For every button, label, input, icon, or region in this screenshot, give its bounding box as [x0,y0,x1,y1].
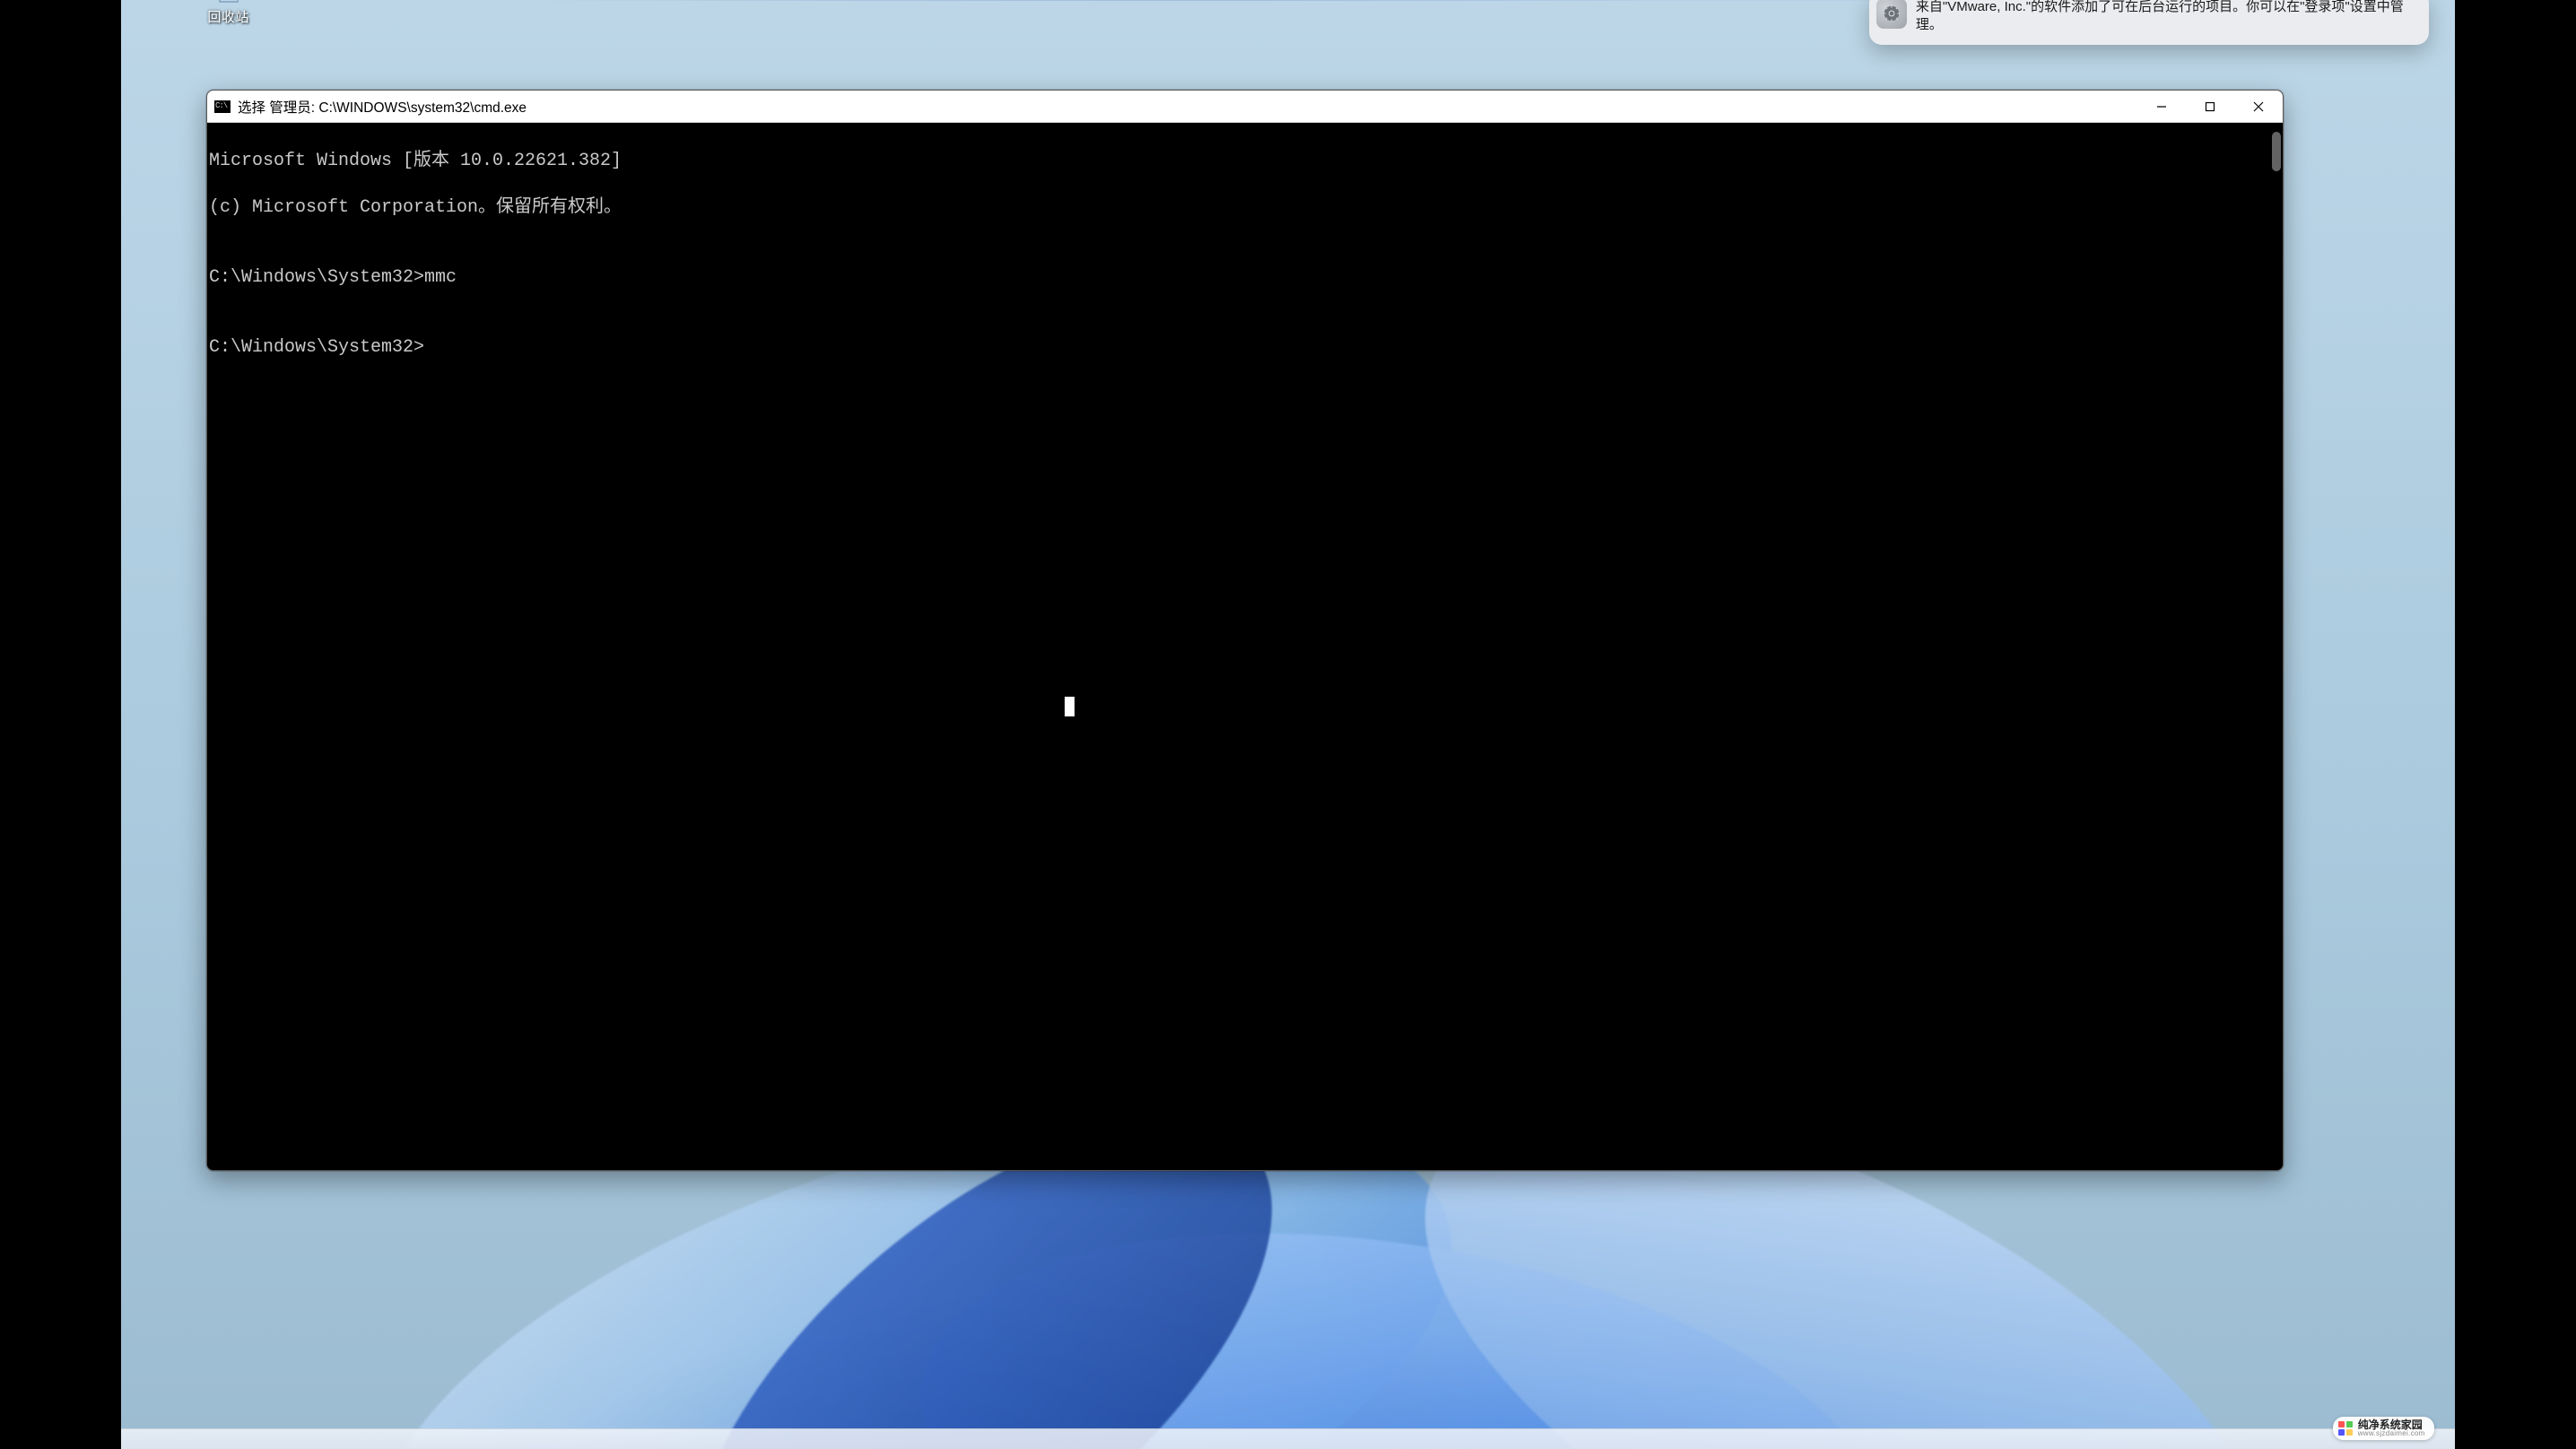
host-notification[interactable]: 来自"VMware, Inc."的软件添加了可在后台运行的项目。你可以在"登录项… [1869,0,2429,45]
maximize-button[interactable] [2186,91,2234,122]
watermark-badge: 纯净系统家园 www.sjzdaimei.com [2333,1417,2434,1440]
taskbar[interactable] [121,1428,2455,1449]
watermark-logo-icon [2338,1421,2353,1436]
close-button[interactable] [2234,91,2283,122]
cmd-window[interactable]: 选择 管理员: C:\WINDOWS\system32\cmd.exe Micr… [206,90,2284,1171]
terminal-line: Microsoft Windows [版本 10.0.22621.382] [209,150,2281,173]
vm-desktop-viewport: 回收站 选择 管理员: C:\WINDOWS\system32\cmd.exe … [121,0,2455,1449]
window-controls [2137,91,2283,122]
cmd-icon [214,100,231,113]
titlebar[interactable]: 选择 管理员: C:\WINDOWS\system32\cmd.exe [207,91,2283,123]
recycle-bin-icon [207,0,250,4]
terminal-line: C:\Windows\System32>mmc [209,266,2281,290]
terminal-body[interactable]: Microsoft Windows [版本 10.0.22621.382] (c… [207,123,2283,1170]
settings-gear-icon [1876,0,1907,29]
window-title: 选择 管理员: C:\WINDOWS\system32\cmd.exe [238,97,527,117]
terminal-prompt-line: C:\Windows\System32> [209,336,2281,360]
watermark-url: www.sjzdaimei.com [2358,1430,2425,1437]
notification-text: 来自"VMware, Inc."的软件添加了可在后台运行的项目。你可以在"登录项… [1916,0,2418,34]
scrollbar-thumb[interactable] [2272,132,2281,171]
desktop-icon-recycle-bin[interactable]: 回收站 [170,0,287,26]
desktop-icon-label: 回收站 [170,7,287,26]
minimize-button[interactable] [2137,91,2186,122]
selection-cursor [1065,697,1075,716]
terminal-line: (c) Microsoft Corporation。保留所有权利。 [209,196,2281,220]
